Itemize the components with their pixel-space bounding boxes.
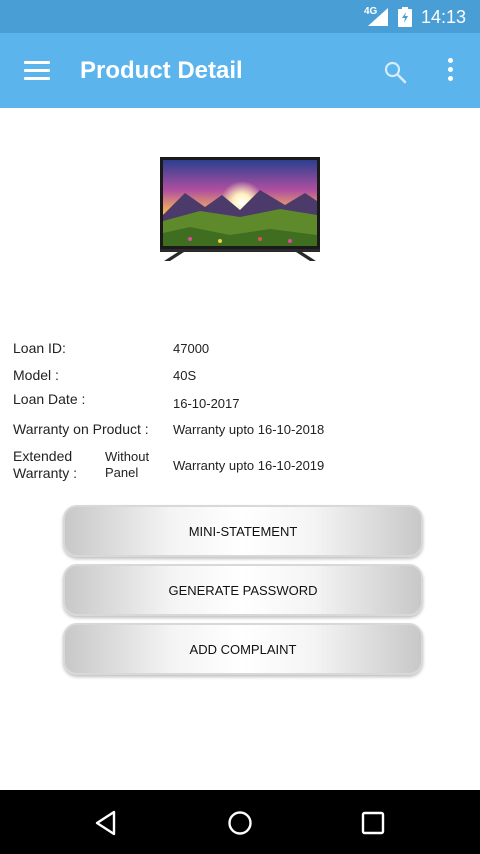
tv-icon <box>160 157 320 261</box>
status-bar: 4G 14:13 <box>0 0 480 33</box>
loan-date-value: 16-10-2017 <box>173 396 240 411</box>
loan-id-value: 47000 <box>173 341 210 356</box>
signal-icon <box>368 8 388 26</box>
back-icon[interactable] <box>92 808 122 838</box>
extended-warranty-label-line1: Extended <box>13 448 73 464</box>
extended-warranty-label: Extended Warranty : <box>13 448 77 482</box>
navigation-bar <box>0 790 480 854</box>
page-title: Product Detail <box>80 57 243 84</box>
extended-warranty-type-line2: Panel <box>105 465 139 480</box>
app-bar: Product Detail <box>0 33 480 108</box>
recents-icon[interactable] <box>358 808 388 838</box>
battery-icon <box>398 7 412 27</box>
model-value: 40S <box>173 368 197 383</box>
add-complaint-button[interactable]: ADD COMPLAINT <box>63 623 423 675</box>
model-label: Model : <box>13 367 59 383</box>
menu-icon[interactable] <box>24 61 50 81</box>
home-icon[interactable] <box>225 808 255 838</box>
loan-id-label: Loan ID: <box>13 340 66 356</box>
more-vert-icon[interactable] <box>442 58 458 84</box>
extended-warranty-label-line2: Warranty : <box>13 465 78 481</box>
warranty-label: Warranty on Product : <box>13 421 149 437</box>
generate-password-button[interactable]: GENERATE PASSWORD <box>63 564 423 616</box>
search-icon[interactable] <box>383 60 407 84</box>
extended-warranty-value: Warranty upto 16-10-2019 <box>173 458 325 473</box>
extended-warranty-type: Without Panel <box>105 449 149 481</box>
extended-warranty-type-line1: Without <box>105 449 150 464</box>
clock: 14:13 <box>421 7 467 27</box>
warranty-value: Warranty upto 16-10-2018 <box>173 422 325 437</box>
mini-statement-button[interactable]: MINI-STATEMENT <box>63 505 423 557</box>
loan-date-label: Loan Date : <box>13 391 86 407</box>
